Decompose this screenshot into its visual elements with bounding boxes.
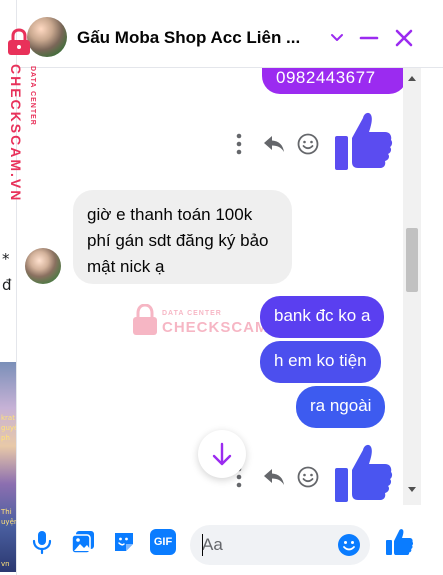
sticker-icon[interactable] bbox=[111, 529, 137, 555]
more-options-icon[interactable] bbox=[236, 133, 242, 155]
scrollbar-thumb[interactable] bbox=[406, 228, 418, 292]
message-bubble[interactable]: 0982443677 bbox=[262, 68, 407, 94]
message-input-box[interactable] bbox=[190, 525, 370, 565]
message-input[interactable] bbox=[202, 533, 332, 557]
background-thumb-text: Thi bbox=[1, 508, 12, 516]
chevron-down-icon[interactable] bbox=[327, 28, 347, 48]
chat-window: Gấu Moba Shop Acc Liên ... 0982443677 gi… bbox=[16, 0, 443, 575]
close-icon[interactable] bbox=[392, 26, 416, 50]
message-list: 0982443677 giờ e thanh toán 100k phí gán… bbox=[17, 68, 443, 505]
react-icon[interactable] bbox=[296, 132, 320, 156]
scroll-up-arrow-icon[interactable] bbox=[407, 74, 417, 82]
background-thumb-text: krat bbox=[1, 414, 15, 422]
emoji-icon[interactable] bbox=[336, 532, 362, 558]
watermark-sub: DATA CENTER bbox=[162, 310, 222, 317]
background-thumb-text: ph bbox=[1, 434, 10, 442]
chat-header: Gấu Moba Shop Acc Liên ... bbox=[17, 0, 443, 68]
microphone-icon[interactable] bbox=[29, 529, 55, 555]
avatar[interactable] bbox=[27, 17, 67, 57]
conversation-title[interactable]: Gấu Moba Shop Acc Liên ... bbox=[77, 28, 300, 48]
scroll-to-bottom-button[interactable] bbox=[198, 430, 246, 478]
react-icon[interactable] bbox=[296, 465, 320, 489]
watermark: DATA CENTER CHECKSCAM.VN bbox=[132, 304, 296, 344]
lock-icon bbox=[133, 304, 157, 335]
reply-icon[interactable] bbox=[262, 466, 286, 488]
gif-icon[interactable]: GIF bbox=[150, 529, 176, 555]
composer: GIF bbox=[17, 505, 443, 575]
gif-label: GIF bbox=[153, 536, 173, 548]
scrollbar[interactable] bbox=[403, 68, 421, 505]
message-actions bbox=[236, 130, 336, 160]
message-bubble[interactable]: ra ngoài bbox=[296, 386, 386, 428]
message-bubble[interactable]: h em ko tiện bbox=[260, 341, 381, 383]
background-text-star: * bbox=[2, 250, 10, 268]
text-caret bbox=[202, 534, 203, 556]
background-thumb-text: vn bbox=[1, 560, 10, 568]
message-bubble[interactable]: bank đc ko a bbox=[260, 296, 385, 338]
like-icon[interactable] bbox=[333, 110, 393, 172]
arrow-down-icon bbox=[212, 442, 232, 466]
avatar[interactable] bbox=[25, 248, 61, 284]
background-text-d: đ bbox=[2, 276, 12, 294]
like-icon[interactable] bbox=[333, 442, 393, 504]
message-actions bbox=[236, 463, 336, 493]
reply-icon[interactable] bbox=[262, 133, 286, 155]
like-icon[interactable] bbox=[384, 527, 414, 557]
image-icon[interactable] bbox=[70, 529, 96, 555]
minimize-icon[interactable] bbox=[357, 26, 381, 50]
scroll-down-arrow-icon[interactable] bbox=[407, 486, 417, 494]
message-bubble[interactable]: giờ e thanh toán 100k phí gán sdt đăng k… bbox=[73, 190, 292, 284]
